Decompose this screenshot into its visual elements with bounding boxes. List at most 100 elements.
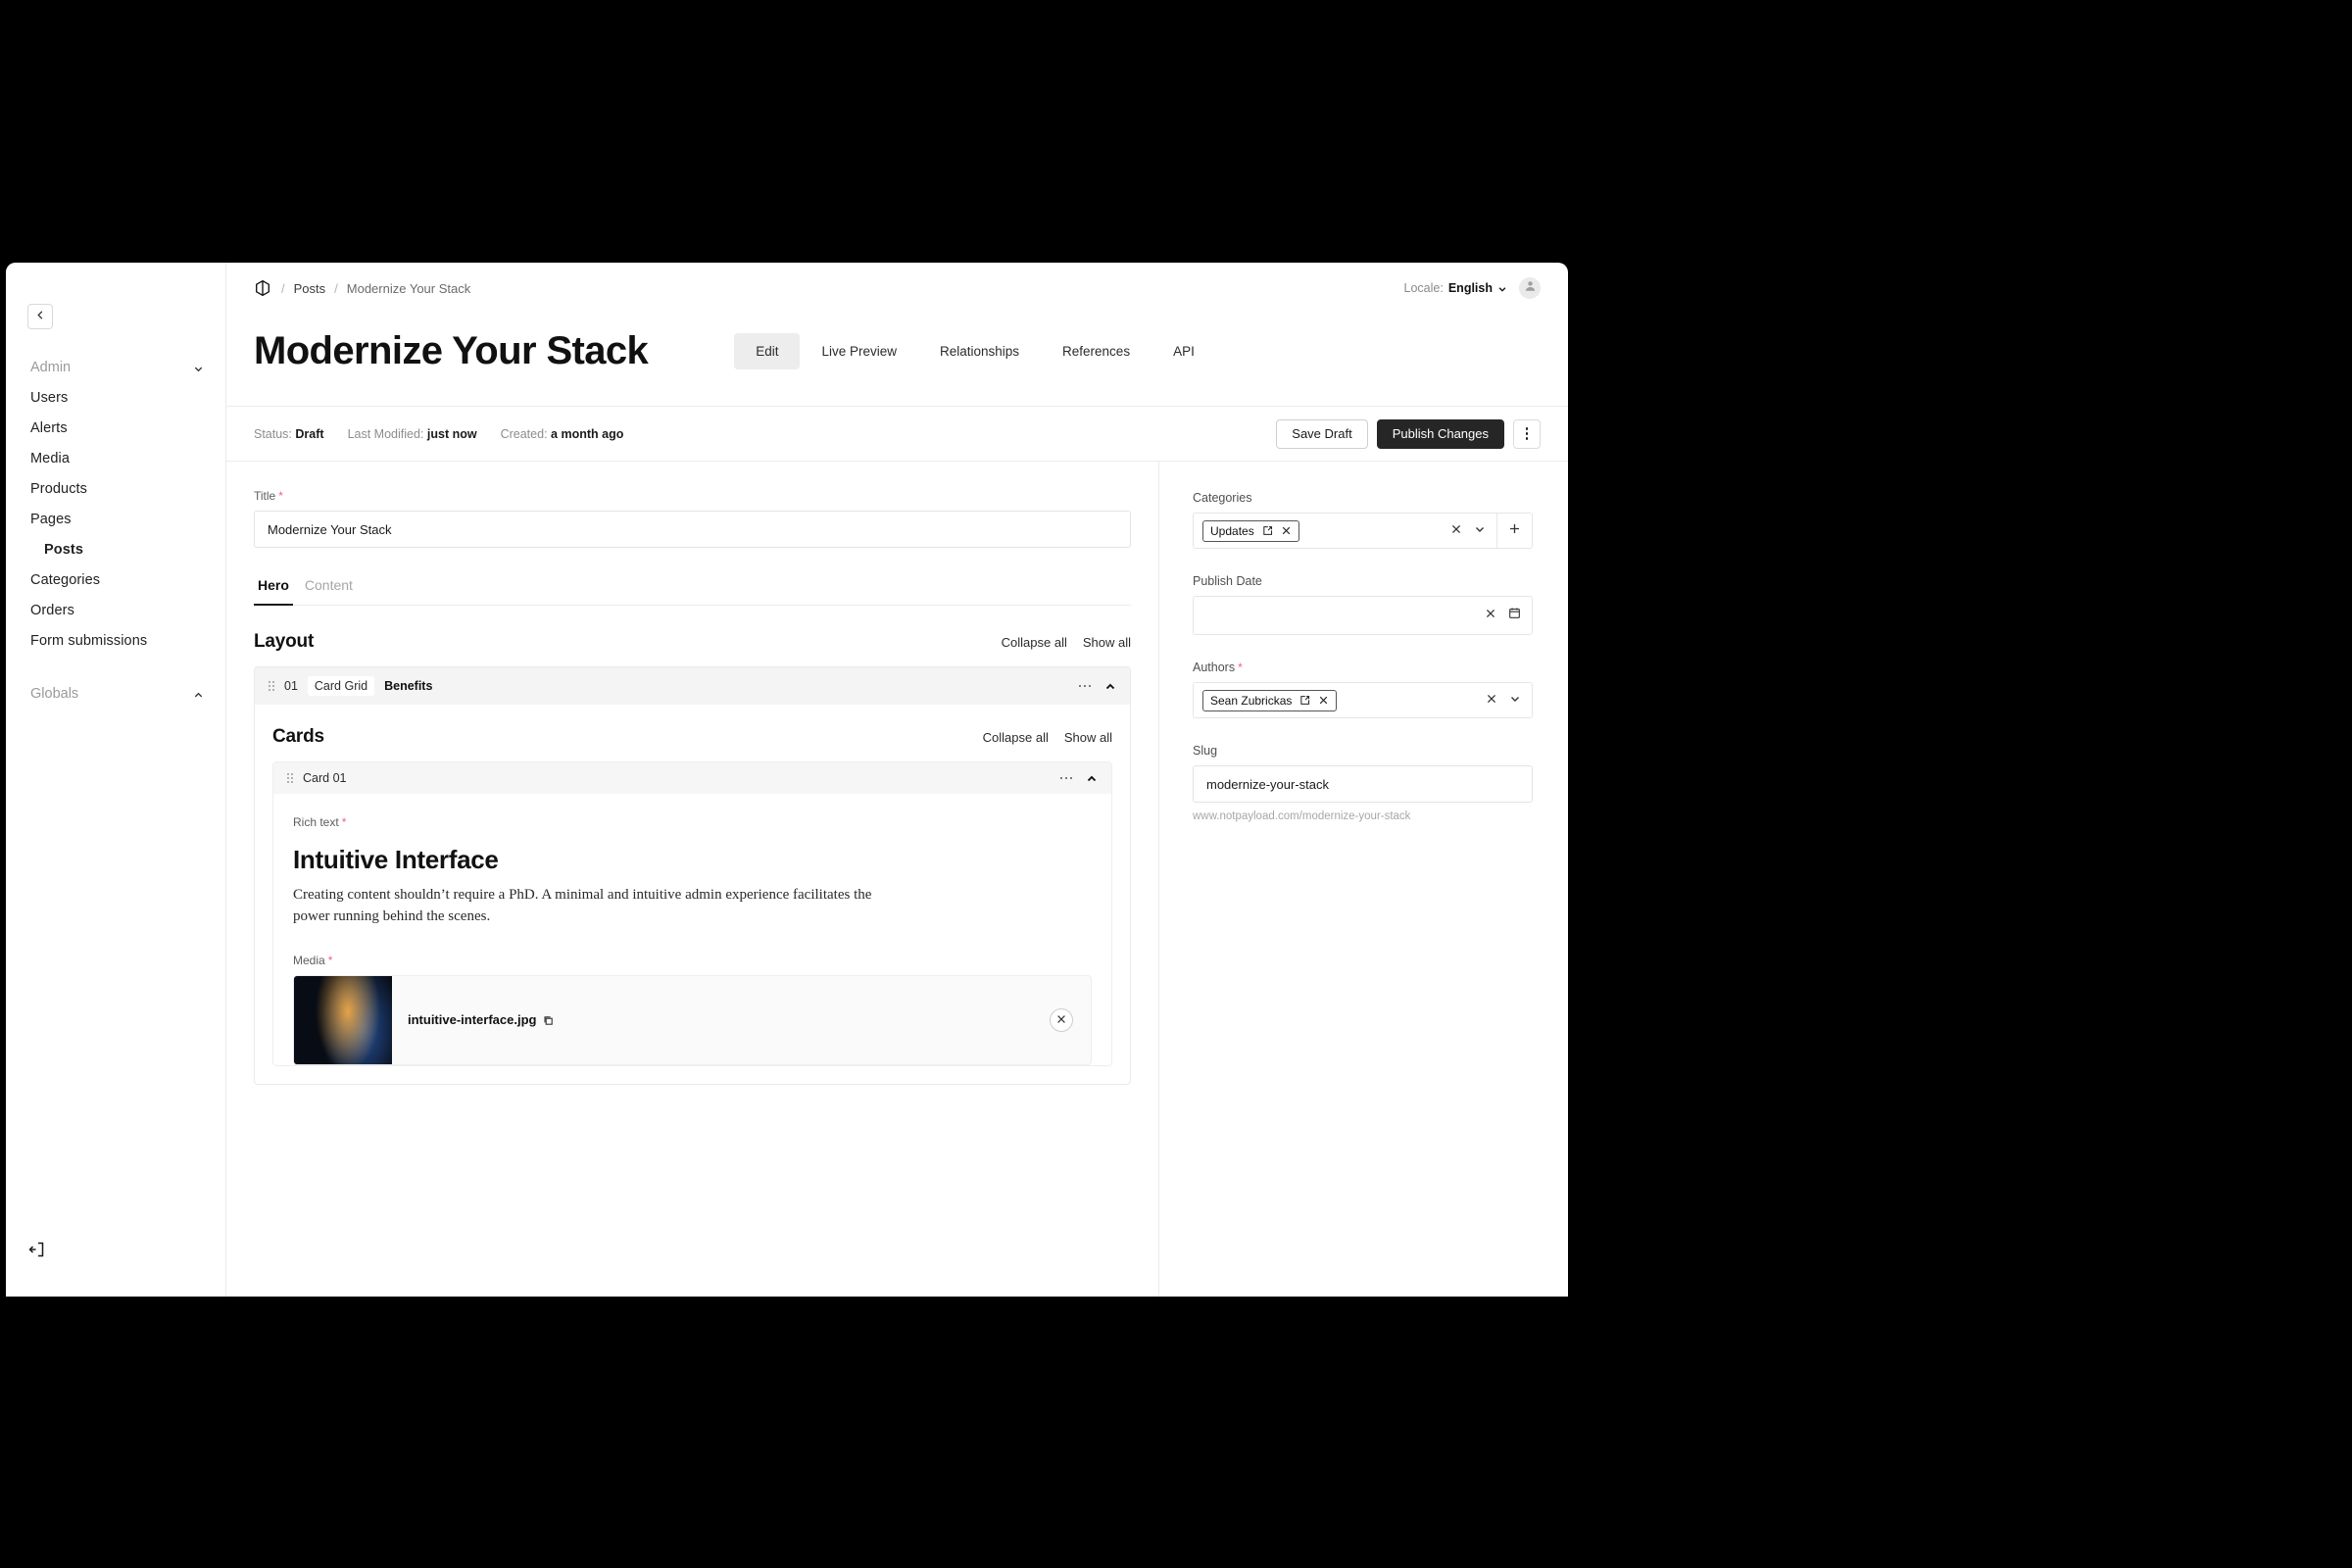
chevron-up-icon[interactable] <box>1104 680 1116 692</box>
sidebar-item-alerts[interactable]: Alerts <box>6 413 225 443</box>
subtab-hero[interactable]: Hero <box>254 569 293 606</box>
card-block-01: Card 01 Rich text * Intuitive Interface … <box>272 761 1112 1066</box>
sidebar-item-products[interactable]: Products <box>6 473 225 504</box>
title-label-text: Title <box>254 489 276 503</box>
document-header: Modernize Your Stack Edit Live Preview R… <box>226 314 1568 407</box>
publish-date-clear-button[interactable] <box>1485 607 1496 624</box>
chevron-left-icon <box>35 308 46 325</box>
locale-selector[interactable]: Locale: English <box>1404 281 1507 295</box>
slug-input[interactable]: modernize-your-stack <box>1193 765 1533 803</box>
external-link-icon[interactable] <box>1262 525 1273 536</box>
more-vertical-icon <box>1525 427 1529 440</box>
categories-values[interactable]: Updates <box>1194 514 1440 548</box>
subtab-content[interactable]: Content <box>301 569 357 605</box>
authors-values[interactable]: Sean Zubrickas <box>1194 683 1475 717</box>
author-chip-label: Sean Zubrickas <box>1210 693 1293 708</box>
required-indicator: * <box>327 953 333 967</box>
categories-dropdown-button[interactable] <box>1474 522 1486 540</box>
created-value: a month ago <box>551 426 624 441</box>
card-block-header[interactable]: Card 01 <box>273 762 1111 794</box>
media-remove-button[interactable] <box>1050 1007 1073 1032</box>
user-avatar-icon <box>1524 279 1537 297</box>
cards-section-actions: Collapse all Show all <box>983 730 1112 745</box>
publish-changes-button[interactable]: Publish Changes <box>1376 418 1504 449</box>
sidebar-item-posts[interactable]: Posts <box>6 534 225 564</box>
tab-edit[interactable]: Edit <box>734 332 801 369</box>
sidebar-item-categories[interactable]: Categories <box>6 564 225 595</box>
breadcrumb-posts[interactable]: Posts <box>294 281 326 296</box>
external-link-icon[interactable] <box>1299 695 1310 706</box>
rich-text-heading[interactable]: Intuitive Interface <box>293 845 1092 875</box>
payload-logo-icon[interactable] <box>254 279 271 297</box>
nav-group-header-admin[interactable]: Admin <box>6 353 225 382</box>
more-horizontal-icon[interactable] <box>1059 776 1072 780</box>
required-indicator: * <box>341 815 347 829</box>
rich-text-paragraph[interactable]: Creating content shouldn’t require a PhD… <box>293 885 881 928</box>
layout-collapse-all-link[interactable]: Collapse all <box>1002 635 1067 650</box>
media-thumbnail[interactable] <box>294 975 392 1064</box>
main-content: / Posts / Modernize Your Stack Locale: E… <box>226 263 1568 1297</box>
slug-label: Slug <box>1193 744 1218 758</box>
authors-control: Sean Zubrickas <box>1193 682 1533 718</box>
document-more-button[interactable] <box>1513 418 1541 449</box>
breadcrumb-current: Modernize Your Stack <box>346 280 471 296</box>
layout-show-all-link[interactable]: Show all <box>1083 635 1131 650</box>
last-modified-label: Last Modified: <box>347 426 424 441</box>
sidebar-item-orders[interactable]: Orders <box>6 595 225 625</box>
categories-field: Categories Updates <box>1193 491 1533 549</box>
category-chip[interactable]: Updates <box>1202 519 1299 542</box>
nav-group-header-globals[interactable]: Globals <box>6 679 225 709</box>
sidebar-item-media[interactable]: Media <box>6 443 225 473</box>
categories-add-button[interactable] <box>1496 514 1532 548</box>
layout-block-header-actions <box>1078 680 1117 692</box>
categories-label: Categories <box>1193 491 1252 505</box>
sidebar-item-pages[interactable]: Pages <box>6 504 225 534</box>
close-icon[interactable] <box>1281 525 1292 536</box>
authors-dropdown-button[interactable] <box>1509 692 1521 710</box>
tab-references[interactable]: References <box>1041 333 1152 369</box>
card-block-header-actions <box>1059 772 1099 784</box>
category-chip-label: Updates <box>1210 523 1254 538</box>
title-input[interactable]: Modernize Your Stack <box>254 511 1131 548</box>
sidebar-collapse-button[interactable] <box>27 304 53 329</box>
nav-group-admin: Admin Users Alerts Media Products Pages … <box>6 353 225 656</box>
media-filename[interactable]: intuitive-interface.jpg <box>408 1012 536 1027</box>
slug-helper-url: www.notpayload.com/modernize-your-stack <box>1193 810 1411 822</box>
more-horizontal-icon[interactable] <box>1078 684 1091 688</box>
publish-date-controls <box>1485 607 1521 624</box>
author-chip[interactable]: Sean Zubrickas <box>1202 689 1338 711</box>
layout-block-01: 01 Card Grid Benefits Cards Collapse all… <box>254 666 1131 1085</box>
media-label-text: Media <box>293 953 325 967</box>
cards-show-all-link[interactable]: Show all <box>1064 730 1112 745</box>
breadcrumb: / Posts / Modernize Your Stack <box>281 281 470 296</box>
nav-group-globals: Globals <box>6 679 225 709</box>
categories-clear-button[interactable] <box>1450 522 1462 540</box>
publish-date-control[interactable] <box>1193 596 1533 635</box>
card-block-name: Card 01 <box>303 771 347 785</box>
chevron-up-icon[interactable] <box>1086 772 1098 784</box>
logout-button[interactable] <box>27 1240 49 1261</box>
tab-relationships[interactable]: Relationships <box>918 333 1041 369</box>
copy-icon[interactable] <box>543 1014 555 1026</box>
calendar-icon[interactable] <box>1508 607 1521 624</box>
rich-text-field-label: Rich text * <box>293 815 1092 829</box>
authors-clear-button[interactable] <box>1486 692 1497 710</box>
authors-field: Authors * Sean Zubrickas <box>1193 661 1533 718</box>
sidebar-item-users[interactable]: Users <box>6 382 225 413</box>
save-draft-button[interactable]: Save Draft <box>1276 418 1368 449</box>
avatar[interactable] <box>1519 277 1541 299</box>
required-indicator: * <box>278 489 283 503</box>
block-type-pill: Card Grid <box>307 676 375 696</box>
close-icon[interactable] <box>1318 695 1329 706</box>
tab-live-preview[interactable]: Live Preview <box>800 333 918 369</box>
sidebar-item-form-submissions[interactable]: Form submissions <box>6 625 225 656</box>
breadcrumb-separator: / <box>281 280 285 296</box>
drag-handle-icon[interactable] <box>287 773 293 783</box>
layout-block-header[interactable]: 01 Card Grid Benefits <box>255 667 1130 705</box>
categories-control: Updates <box>1193 513 1533 549</box>
tab-api[interactable]: API <box>1152 333 1216 369</box>
cards-collapse-all-link[interactable]: Collapse all <box>983 730 1049 745</box>
drag-handle-icon[interactable] <box>269 681 274 691</box>
top-bar: / Posts / Modernize Your Stack Locale: E… <box>226 263 1568 314</box>
authors-label-text: Authors <box>1193 661 1236 674</box>
